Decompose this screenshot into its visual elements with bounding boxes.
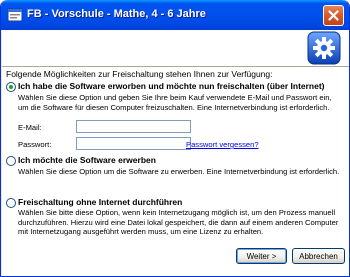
gear-icon bbox=[307, 31, 341, 65]
option-online-radio[interactable] bbox=[6, 82, 16, 92]
password-field[interactable] bbox=[76, 137, 191, 150]
option-online-description: Wählen Sie diese Option und geben Sie Ih… bbox=[18, 93, 332, 112]
option-offline-description: Wählen Sie bitte diese Option, wenn kein… bbox=[18, 208, 339, 236]
option-offline-radio[interactable] bbox=[6, 198, 16, 208]
cancel-button[interactable]: Abbrechen bbox=[292, 248, 345, 264]
window-title: FB - Vorschule - Mathe, 4 - 6 Jahre bbox=[27, 8, 206, 20]
email-field[interactable] bbox=[76, 120, 191, 133]
email-label: E-Mail: bbox=[18, 123, 42, 132]
intro-text: Folgende Möglichkeiten zur Freischaltung… bbox=[6, 69, 273, 79]
next-button[interactable]: Weiter > bbox=[236, 248, 287, 264]
option-online-label[interactable]: Ich habe die Software erworben und möcht… bbox=[18, 81, 325, 91]
app-icon bbox=[7, 8, 23, 22]
title-bar[interactable]: FB - Vorschule - Mathe, 4 - 6 Jahre bbox=[1, 0, 349, 30]
close-button[interactable] bbox=[323, 5, 344, 26]
password-label: Passwort: bbox=[18, 140, 52, 149]
dialog-content: Folgende Möglichkeiten zur Freischaltung… bbox=[2, 66, 349, 276]
option-buy-label[interactable]: Ich möchte die Software erwerben bbox=[18, 155, 156, 165]
option-buy-description: Wählen Sie diese Option um die Software … bbox=[18, 167, 340, 176]
forgot-password-link[interactable]: Passwort vergessen? bbox=[186, 140, 259, 149]
activation-dialog: FB - Vorschule - Mathe, 4 - 6 Jahre Folg… bbox=[0, 0, 350, 277]
header-banner bbox=[2, 30, 349, 66]
option-buy-radio[interactable] bbox=[6, 156, 16, 166]
close-icon bbox=[328, 10, 339, 21]
option-offline-label[interactable]: Freischaltung ohne Internet durchführen bbox=[18, 197, 182, 207]
